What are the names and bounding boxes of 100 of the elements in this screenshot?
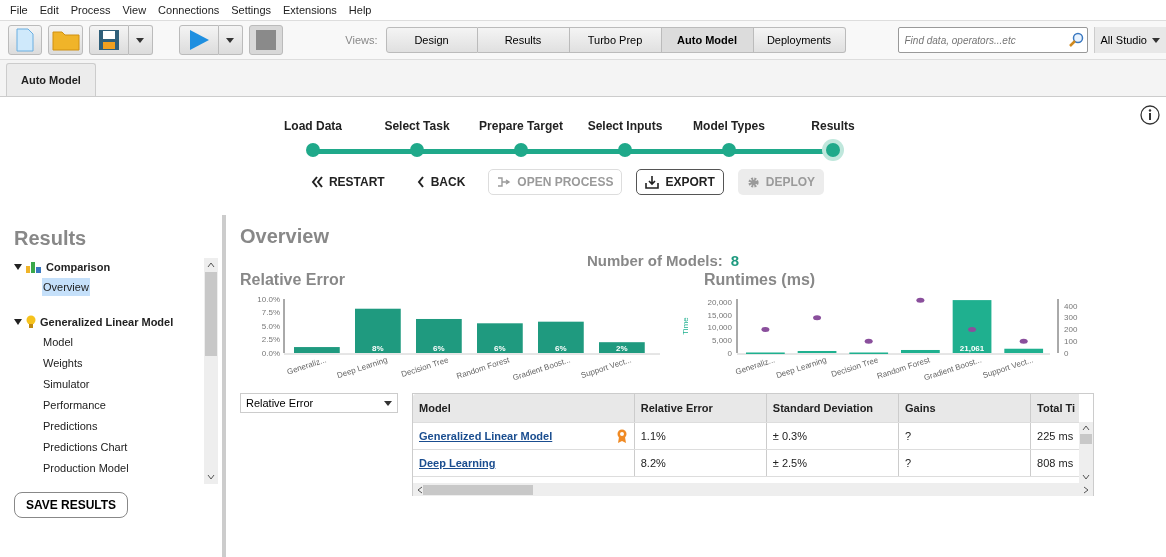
bar[interactable] — [1004, 348, 1044, 353]
table-row[interactable]: Deep Learning 8.2% ± 2.5% ? 808 ms — [413, 450, 1079, 477]
category-label: Decision Tree — [400, 355, 450, 379]
action-button[interactable]: BACK — [407, 169, 475, 195]
tree-item[interactable]: Model — [42, 332, 74, 351]
column-header[interactable]: Standard Deviation — [766, 394, 899, 422]
axis-tick-label: 10.0% — [257, 294, 280, 304]
menu-item[interactable]: Process — [70, 4, 111, 16]
scope-dropdown[interactable]: All Studio — [1093, 27, 1166, 53]
model-count-label: Number of Models: — [586, 252, 723, 269]
tree-item[interactable]: Overview — [42, 277, 90, 296]
scrollbar[interactable] — [204, 258, 218, 484]
open-folder-button[interactable] — [48, 25, 83, 55]
metric-dropdown[interactable]: Relative Error — [240, 393, 398, 413]
lightbulb-icon — [26, 315, 36, 329]
axis-tick-label: 5.0% — [261, 321, 280, 331]
point[interactable] — [864, 338, 873, 344]
column-header[interactable]: Model — [413, 394, 635, 422]
scrollbar[interactable] — [413, 483, 1093, 496]
bar[interactable] — [538, 321, 584, 353]
tree-item[interactable]: Simulator — [42, 374, 91, 393]
search-field[interactable]: Find data, operators...etc — [897, 27, 1088, 53]
menu-item[interactable]: Edit — [39, 4, 59, 16]
menu-item[interactable]: Extensions — [283, 4, 337, 16]
bar[interactable] — [599, 342, 645, 353]
stop-button[interactable] — [248, 25, 284, 55]
bar[interactable] — [355, 308, 401, 353]
model-link[interactable]: Generalized Linear Model — [419, 430, 553, 442]
table-cell: ? — [904, 430, 912, 442]
tree-item[interactable]: Predictions — [42, 416, 99, 435]
step-dot[interactable] — [306, 143, 320, 157]
point[interactable] — [813, 315, 822, 321]
step-label[interactable]: Select Inputs — [587, 119, 663, 133]
step-label[interactable]: Prepare Target — [479, 119, 563, 133]
tree-item[interactable]: Production Model — [42, 458, 130, 477]
step-label[interactable]: Results — [811, 119, 855, 133]
model-link[interactable]: Deep Learning — [419, 457, 496, 469]
scroll-thumb[interactable] — [423, 484, 533, 495]
step-dot[interactable] — [410, 143, 424, 157]
tree-group[interactable]: Comparison — [46, 261, 111, 273]
category-label: Deep Learning — [774, 355, 828, 381]
scrollbar[interactable] — [1079, 422, 1093, 483]
save-button[interactable] — [88, 25, 129, 55]
menu-item[interactable]: Help — [348, 4, 372, 16]
menu-item[interactable]: View — [122, 4, 147, 16]
sidebar-title: Results — [14, 227, 88, 250]
tree-item[interactable]: Predictions Chart — [42, 437, 129, 456]
column-header[interactable]: Relative Error — [634, 394, 767, 422]
save-dropdown[interactable] — [128, 25, 153, 55]
view-tab[interactable]: Turbo Prep — [569, 27, 662, 53]
menu-item[interactable]: File — [10, 4, 28, 16]
table-cell: 225 ms — [1037, 430, 1074, 442]
step-dot[interactable] — [722, 143, 736, 157]
category-label: Support Vect... — [981, 355, 1035, 381]
step-label[interactable]: Model Types — [693, 119, 765, 133]
column-header[interactable]: Gains — [898, 394, 1032, 422]
bar[interactable] — [952, 300, 992, 353]
axis-tick-label: 10,000 — [707, 323, 732, 333]
search-icon[interactable] — [1067, 32, 1084, 48]
new-file-button[interactable] — [8, 25, 43, 55]
point[interactable] — [916, 297, 925, 303]
caret-icon — [1152, 37, 1160, 43]
step-dot[interactable] — [826, 143, 840, 157]
menu-item[interactable]: Settings — [231, 4, 271, 16]
step-dot[interactable] — [514, 143, 528, 157]
table-cell: 808 ms — [1037, 457, 1074, 469]
run-dropdown[interactable] — [218, 25, 243, 55]
caret-icon — [384, 400, 392, 406]
scroll-thumb[interactable] — [1080, 434, 1092, 444]
view-tab[interactable]: Auto Model — [661, 27, 754, 53]
document-tab[interactable]: Auto Model — [6, 63, 96, 96]
double-chevron-icon — [310, 176, 323, 188]
bar-value-label: 6% — [433, 344, 445, 353]
menu-item[interactable]: Connections — [158, 4, 220, 16]
collapse-arrow-icon[interactable] — [14, 264, 22, 270]
collapse-arrow-icon[interactable] — [14, 319, 22, 325]
gear-icon — [746, 175, 760, 189]
view-tab[interactable]: Design — [385, 27, 478, 53]
point[interactable] — [1019, 338, 1028, 344]
tree-group[interactable]: Generalized Linear Model — [40, 316, 174, 328]
tree-item[interactable]: Weights — [42, 353, 84, 372]
bar[interactable] — [477, 323, 523, 353]
column-header[interactable]: Total Ti — [1031, 394, 1079, 422]
action-button[interactable]: RESTART — [301, 169, 394, 195]
point[interactable] — [761, 327, 770, 332]
scroll-thumb[interactable] — [205, 272, 217, 356]
tree-item[interactable]: Performance — [42, 395, 107, 414]
view-tab[interactable]: Deployments — [753, 27, 846, 53]
category-label: Deep Learning — [335, 355, 389, 381]
step-dot[interactable] — [618, 143, 632, 157]
chevron-icon — [416, 176, 425, 188]
bar-value-label: 8% — [372, 344, 384, 353]
step-label[interactable]: Load Data — [284, 119, 342, 133]
save-results-button[interactable]: SAVE RESULTS — [14, 492, 128, 518]
step-label[interactable]: Select Task — [384, 119, 450, 133]
action-button[interactable]: EXPORT — [636, 169, 724, 195]
info-icon[interactable] — [1140, 105, 1160, 125]
view-tab[interactable]: Results — [477, 27, 570, 53]
bar-value-label: 6% — [494, 344, 506, 353]
bar[interactable] — [416, 319, 462, 353]
